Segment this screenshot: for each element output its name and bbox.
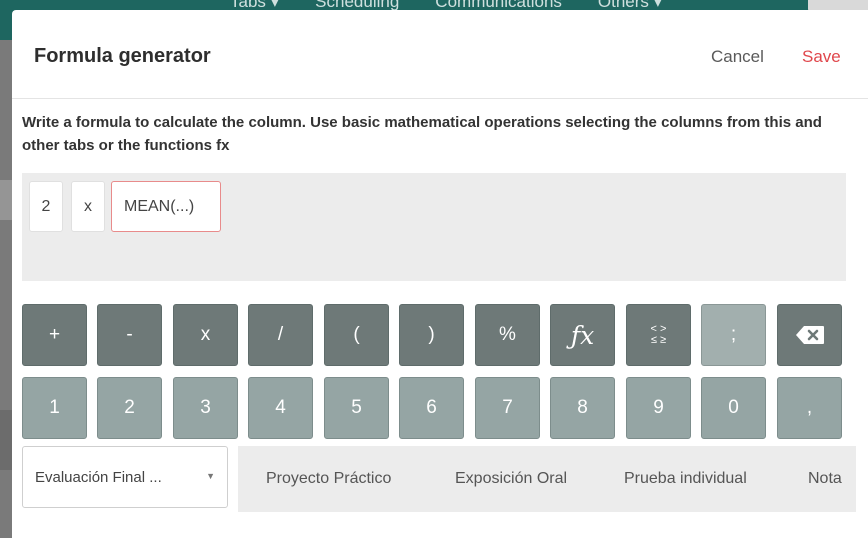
column-tab[interactable]: Proyecto Práctico (266, 470, 391, 488)
save-button[interactable]: Save (802, 47, 841, 67)
open-paren-key[interactable]: ( (324, 304, 389, 366)
close-paren-key[interactable]: ) (399, 304, 464, 366)
comparison-key[interactable]: < > ≤ ≥ (626, 304, 691, 366)
multiply-key[interactable]: x (173, 304, 238, 366)
comparison-key-label: < > ≤ ≥ (650, 323, 667, 346)
digit-1-key[interactable]: 1 (22, 377, 87, 439)
digit-8-key[interactable]: 8 (550, 377, 615, 439)
digit-9-key[interactable]: 9 (626, 377, 691, 439)
modal-header: Formula generator Cancel Save (12, 10, 868, 99)
column-tab[interactable]: Exposición Oral (455, 470, 567, 488)
instructions-text: Write a formula to calculate the column.… (22, 114, 822, 154)
column-select-value: Evaluación Final ... (35, 468, 162, 486)
digit-4-key[interactable]: 4 (248, 377, 313, 439)
digit-5-key[interactable]: 5 (324, 377, 389, 439)
formula-token[interactable]: x (71, 181, 105, 232)
column-select[interactable]: Evaluación Final ... ▼ (22, 446, 228, 508)
background-band (0, 410, 12, 470)
column-tab[interactable]: Nota (808, 470, 842, 488)
backspace-key[interactable] (777, 304, 842, 366)
column-tabs-bar: Proyecto Práctico Exposición Oral Prueba… (238, 446, 856, 512)
semicolon-key[interactable]: ; (701, 304, 766, 366)
modal-title: Formula generator (34, 45, 211, 67)
digit-2-key[interactable]: 2 (97, 377, 162, 439)
divide-key[interactable]: / (248, 304, 313, 366)
percent-key[interactable]: % (475, 304, 540, 366)
functions-key[interactable]: ƒx (550, 304, 615, 366)
background-band (0, 180, 12, 220)
column-tab[interactable]: Prueba individual (624, 470, 747, 488)
formula-token[interactable]: 2 (29, 181, 63, 232)
plus-key[interactable]: + (22, 304, 87, 366)
minus-key[interactable]: - (97, 304, 162, 366)
cancel-button[interactable]: Cancel (711, 47, 764, 67)
formula-token-selected[interactable]: MEAN(...) (111, 181, 221, 232)
digit-7-key[interactable]: 7 (475, 377, 540, 439)
comma-key[interactable]: , (777, 377, 842, 439)
digit-3-key[interactable]: 3 (173, 377, 238, 439)
formula-input-area[interactable]: 2 x MEAN(...) (22, 173, 846, 281)
caret-down-icon: ▼ (206, 471, 215, 481)
backspace-icon (795, 326, 824, 344)
digit-0-key[interactable]: 0 (701, 377, 766, 439)
background-left-strip (0, 40, 12, 538)
digit-6-key[interactable]: 6 (399, 377, 464, 439)
